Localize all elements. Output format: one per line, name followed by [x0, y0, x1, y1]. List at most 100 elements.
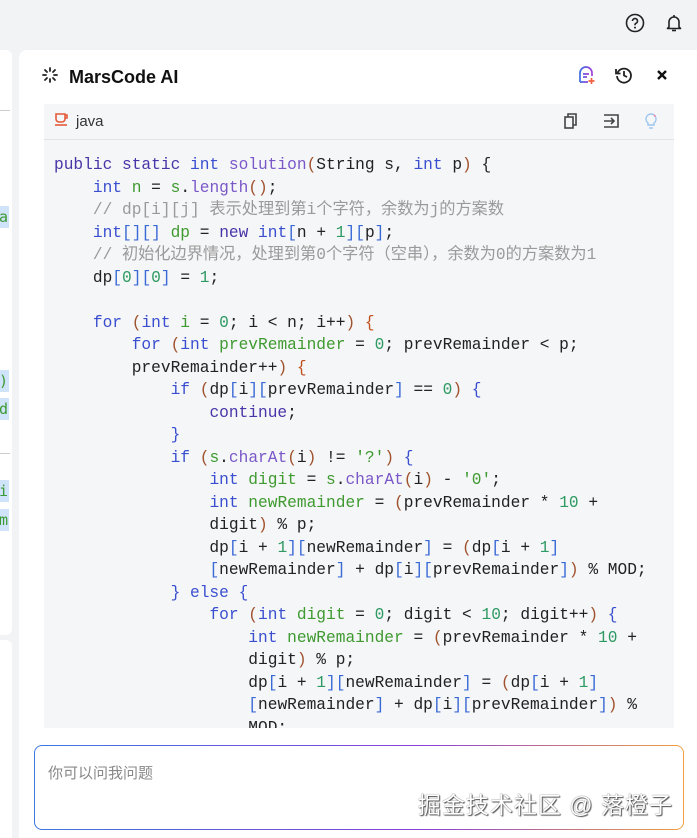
code-line: if (s.charAt(i) != '?') {	[54, 447, 664, 470]
code-token: i	[180, 313, 191, 332]
code-token: charAt	[228, 448, 288, 467]
code-token: int	[209, 471, 249, 489]
code-token: ;	[267, 178, 278, 197]
code-token: newRemainder	[258, 696, 375, 714]
left-editor-panel-lower	[0, 640, 12, 838]
code-token: =	[345, 606, 375, 624]
code-line: for (int prevRemainder = 0; prevRemainde…	[54, 334, 664, 357]
code-line: [newRemainder] + dp[i][prevRemainder]) %…	[54, 559, 664, 582]
code-token: i +	[277, 673, 317, 692]
code-token: } else {	[170, 583, 249, 602]
code-token: [	[394, 561, 404, 579]
code-token: [	[112, 268, 123, 287]
code-token: 1	[277, 538, 288, 557]
code-token: for	[92, 313, 132, 332]
code-token: if	[170, 381, 200, 399]
code-token: ]	[374, 696, 385, 714]
code-token: ][	[452, 696, 472, 714]
code-token: dp	[170, 223, 191, 242]
code-token: 0	[442, 381, 453, 399]
copy-icon[interactable]	[560, 110, 582, 132]
code-token: )	[423, 471, 433, 489]
code-token: 0	[374, 336, 385, 354]
code-token: =	[403, 628, 433, 647]
code-token: n +	[296, 223, 336, 242]
help-icon[interactable]	[624, 12, 646, 34]
code-token: prevRemainder	[219, 336, 346, 354]
chat-input-placeholder[interactable]: 你可以问我问题	[48, 762, 153, 783]
code-token: '?'	[355, 448, 385, 467]
code-token: ][	[287, 538, 307, 557]
bell-icon[interactable]	[663, 12, 685, 34]
code-token: prevRemainder *	[403, 493, 560, 512]
new-chat-icon[interactable]	[575, 64, 597, 86]
code-token: )	[588, 606, 599, 624]
editor-fragment: d	[0, 398, 9, 420]
code-token: =	[170, 268, 200, 287]
code-token: % MOD;	[578, 561, 647, 579]
code-token: ][	[413, 561, 433, 579]
code-token: public static	[54, 156, 190, 174]
code-token: ][	[131, 268, 152, 287]
code-token: [	[267, 673, 278, 692]
code-token: newRemainder	[248, 493, 365, 512]
code-line: for (int i = 0; i < n; i++) {	[54, 312, 664, 335]
watermark: 掘金技术社区 @ 落橙子	[417, 792, 673, 818]
code-token: i +	[500, 538, 540, 557]
code-token: i	[403, 561, 414, 579]
code-line: continue;	[54, 402, 664, 425]
code-token: digit	[54, 516, 258, 534]
history-icon[interactable]	[613, 64, 635, 86]
code-token: [	[248, 696, 259, 714]
code-line: digit) % p;	[54, 514, 664, 537]
code-token: [	[209, 561, 220, 579]
code-token: int	[413, 156, 453, 174]
divider	[0, 110, 10, 111]
divider	[0, 453, 10, 454]
code-token: ]	[462, 673, 472, 692]
close-icon[interactable]	[651, 64, 673, 86]
code-token: continue	[209, 403, 288, 422]
code-token: =	[296, 471, 327, 489]
code-line: prevRemainder++) {	[54, 357, 664, 380]
code-token: 0	[374, 606, 385, 624]
code-token: ()	[248, 178, 268, 197]
code-token: 0	[151, 268, 161, 287]
code-token: newRemainder	[306, 538, 424, 557]
chat-input-box[interactable]: 你可以问我问题 掘金技术社区 @ 落橙子	[34, 745, 684, 830]
insert-code-icon[interactable]	[600, 110, 622, 132]
marscode-ai-panel: MarsCode AI java public static int solut…	[19, 50, 697, 838]
code-token: =	[190, 313, 220, 332]
code-token: .	[219, 448, 229, 467]
lightbulb-icon[interactable]	[640, 110, 662, 132]
code-token: charAt	[345, 471, 404, 489]
code-token: .	[335, 471, 346, 489]
code-token: p	[364, 223, 375, 242]
code-token: )	[296, 651, 307, 669]
code-token: 1	[578, 673, 589, 692]
code-token: (	[131, 313, 142, 332]
code-token: )	[258, 516, 268, 534]
code-token: dp	[510, 673, 531, 692]
code-line: for (int digit = 0; digit < 10; digit++)…	[54, 604, 664, 627]
code-line: // 初始化边界情况，处理到第0个字符（空串），余数为0的方案数为1	[54, 244, 664, 267]
code-token: int	[248, 628, 288, 647]
code-token: [	[287, 223, 297, 242]
code-token: digit	[54, 651, 297, 669]
code-token: dp	[209, 381, 229, 399]
code-token: (	[287, 448, 297, 467]
code-token: ][	[345, 223, 365, 242]
code-token: %	[617, 696, 637, 714]
code-token: )	[306, 448, 317, 467]
code-token: )	[384, 448, 395, 467]
code-token: {	[471, 156, 492, 174]
code-token: ]	[335, 561, 346, 579]
